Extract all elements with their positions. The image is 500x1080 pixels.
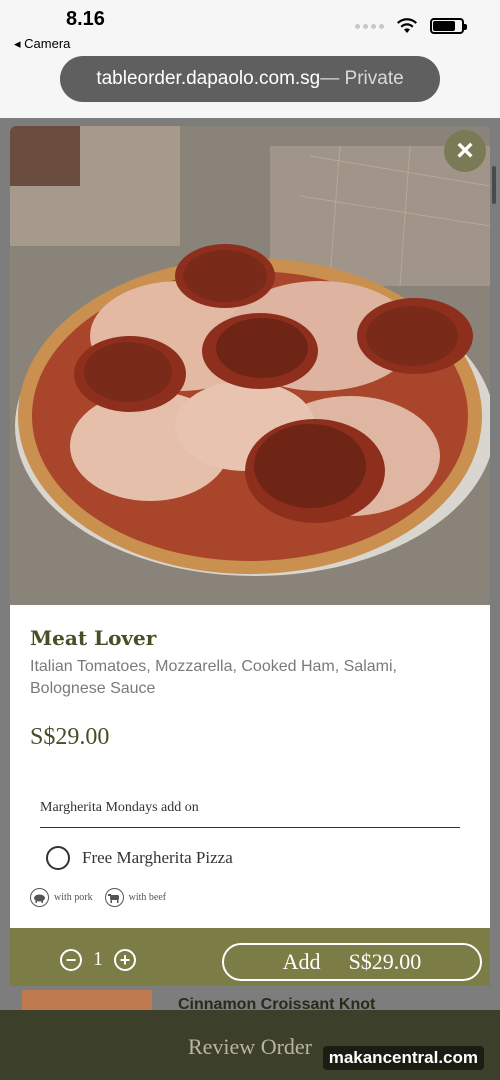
- status-bar: 8.16 ◂ Camera tableorder.dapaolo.com.sg …: [0, 0, 500, 118]
- legend-label-beef: with beef: [128, 892, 167, 903]
- quantity-stepper[interactable]: − 1 +: [60, 948, 136, 971]
- address-bar[interactable]: tableorder.dapaolo.com.sg — Private: [60, 56, 440, 102]
- legend-label-pork: with pork: [54, 892, 93, 903]
- battery-icon: [430, 18, 467, 34]
- watermark: makancentral.com: [322, 1046, 484, 1070]
- wifi-icon: [397, 18, 417, 33]
- add-button-label: Add: [282, 949, 321, 974]
- addon-heading: Margherita Mondays add on: [40, 800, 199, 815]
- addon-option[interactable]: Free Margherita Pizza: [46, 846, 233, 870]
- increase-quantity-icon[interactable]: +: [114, 948, 136, 971]
- legend-item-pork: with pork: [30, 888, 93, 907]
- cow-icon: [104, 888, 124, 907]
- addon-divider: [40, 827, 460, 828]
- legend-item-beef: with beef: [104, 888, 167, 907]
- modal-scrollbar[interactable]: [492, 166, 496, 204]
- back-to-app-link[interactable]: ◂ Camera: [14, 36, 70, 52]
- pig-icon: [30, 888, 49, 907]
- diet-legend: with pork with beef: [30, 888, 170, 907]
- item-modal: × Meat Lover Italian Tomatoes, Mozzarell…: [10, 126, 490, 986]
- status-icons: [355, 18, 467, 34]
- quantity-value: 1: [93, 948, 103, 970]
- add-button-price: S$29.00: [348, 949, 422, 974]
- item-price: S$29.00: [30, 724, 110, 750]
- signal-dots-icon: [355, 23, 384, 29]
- addon-radio[interactable]: [46, 846, 70, 870]
- item-name: Meat Lover: [30, 626, 157, 650]
- item-description: Italian Tomatoes, Mozzarella, Cooked Ham…: [30, 658, 397, 697]
- add-to-order-button[interactable]: Add S$29.00: [222, 943, 482, 981]
- close-icon[interactable]: ×: [444, 130, 486, 172]
- status-time: 8.16: [66, 8, 105, 30]
- pizza-photo: [10, 126, 490, 605]
- decrease-quantity-icon[interactable]: −: [60, 948, 82, 971]
- private-label: — Private: [320, 68, 404, 89]
- address-domain: tableorder.dapaolo.com.sg: [96, 68, 321, 89]
- addon-option-label: Free Margherita Pizza: [82, 848, 233, 867]
